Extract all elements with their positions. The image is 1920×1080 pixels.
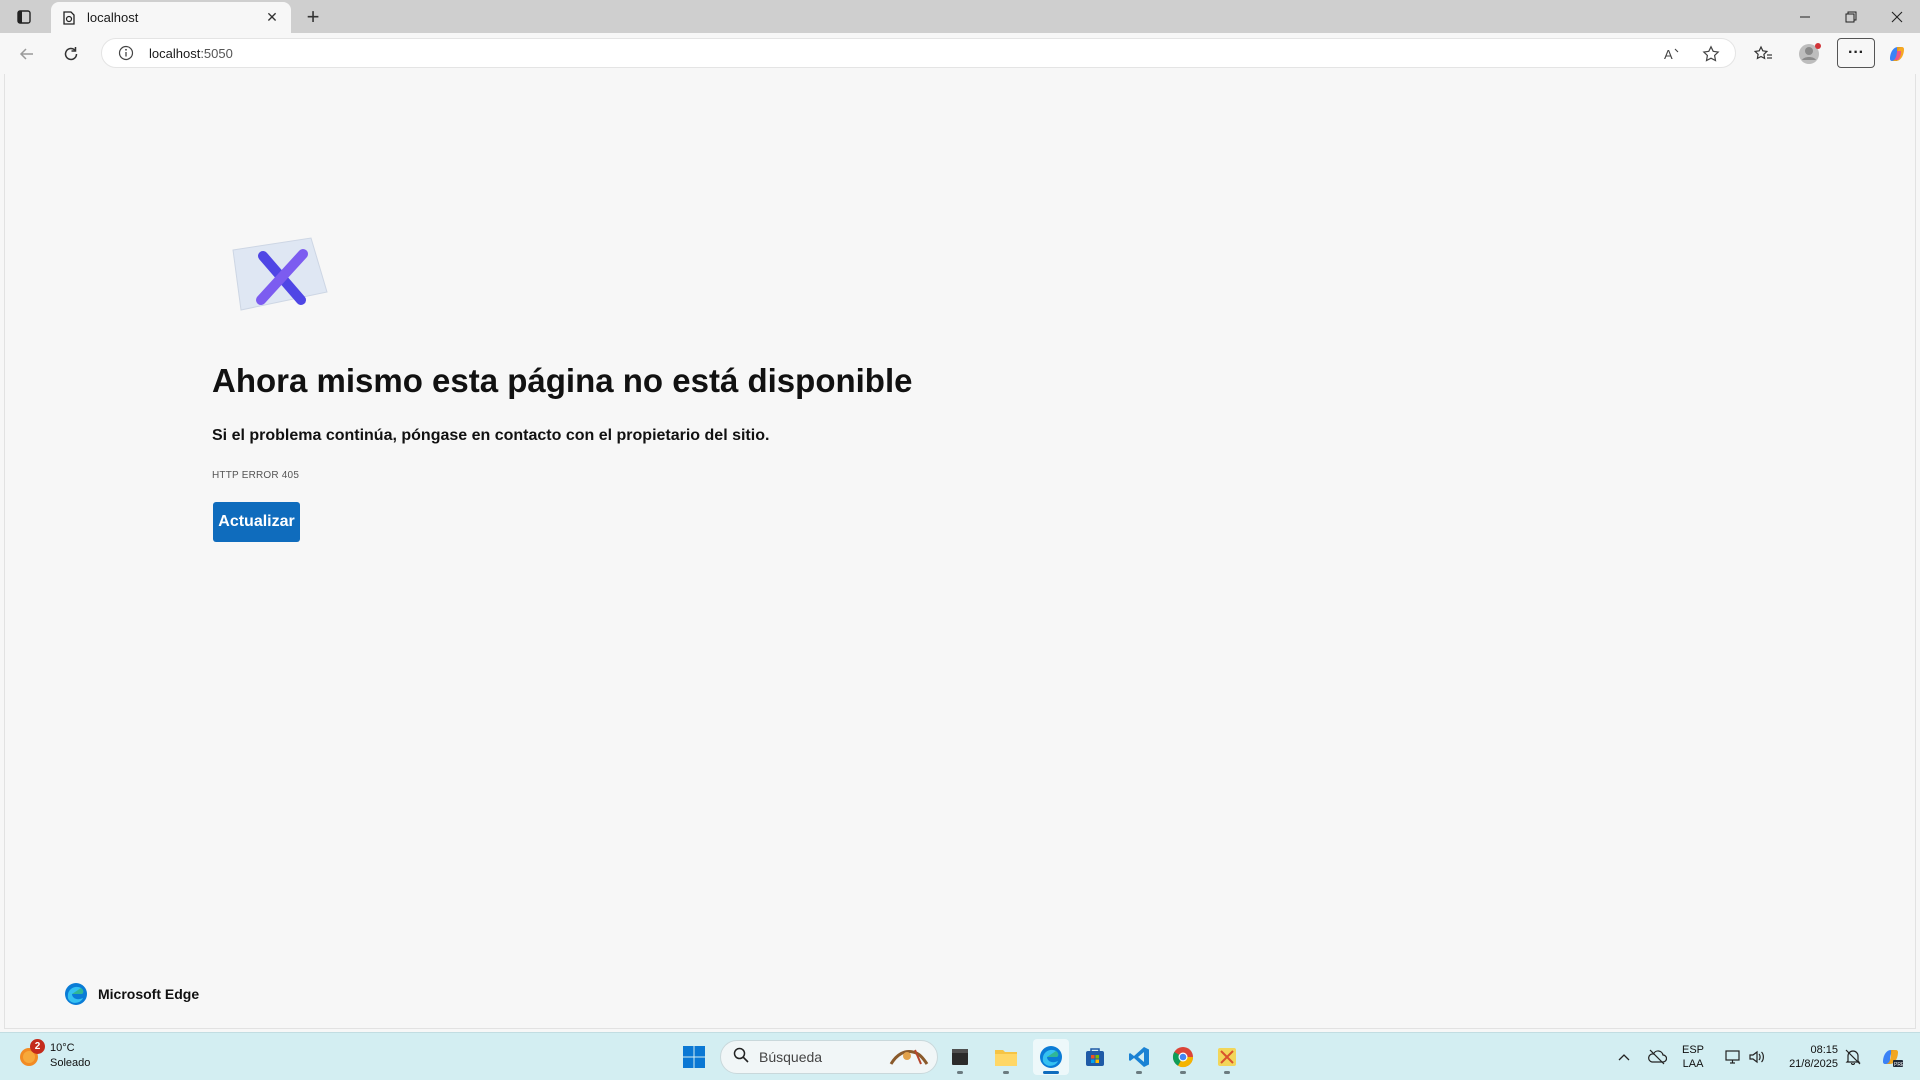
taskbar-search[interactable]: Búsqueda [720,1040,938,1074]
error-illustration [223,226,337,316]
app-running-indicator [1224,1071,1230,1074]
error-code: HTTP ERROR 405 [212,470,300,481]
weather-widget[interactable]: 2 10°C Soleado [18,1039,91,1071]
clock-date: 21/8/2025 [1789,1058,1838,1070]
settings-more-button[interactable]: ··· [1837,38,1875,68]
system-clock[interactable]: 08:15 21/8/2025 [1776,1043,1838,1071]
tab-localhost[interactable]: localhost ✕ [51,2,291,33]
search-icon [733,1047,749,1068]
copilot-icon[interactable] [1882,39,1912,69]
weather-condition: Soleado [50,1057,91,1069]
error-subtitle: Si el problema continúa, póngase en cont… [212,427,770,444]
read-aloud-icon[interactable]: A [1661,44,1683,64]
restore-icon[interactable] [1828,0,1874,33]
clock-time: 08:15 [1810,1044,1838,1056]
show-hidden-icons-chevron-icon[interactable] [1614,1033,1634,1080]
copilot-taskbar-icon[interactable]: PRE [1876,1033,1906,1080]
address-bar[interactable]: localhost:5050 A [101,38,1736,68]
error-title: Ahora mismo esta página no está disponib… [212,362,913,399]
reload-button[interactable]: Actualizar [213,502,300,542]
tab-actions-icon[interactable] [11,6,37,28]
site-info-icon[interactable] [117,44,135,62]
taskbar-app-terminal[interactable] [942,1039,978,1075]
lang-line-2: LAA [1682,1058,1704,1070]
start-button[interactable] [676,1039,712,1075]
taskbar-app-vscode[interactable] [1121,1039,1157,1075]
taskbar-app-snipping-tool[interactable] [1209,1039,1245,1075]
url-host: localhost [149,45,201,61]
input-language-indicator[interactable]: ESP LAA [1682,1043,1704,1071]
page-icon [61,10,77,26]
sun-icon: 2 [18,1039,45,1069]
app-running-indicator [1136,1071,1142,1074]
back-icon[interactable] [12,39,42,69]
minimize-icon[interactable] [1782,0,1828,33]
refresh-icon[interactable] [56,39,86,69]
svg-text:PRE: PRE [1894,1062,1903,1068]
app-running-indicator [1003,1071,1009,1074]
lang-line-1: ESP [1682,1044,1705,1056]
taskbar-app-chrome[interactable] [1165,1039,1201,1075]
tab-title: localhost [87,10,139,25]
notifications-bell-icon[interactable] [1842,1033,1864,1080]
edge-brand-name: Microsoft Edge [98,986,200,1002]
app-running-indicator [1180,1071,1186,1074]
new-tab-button[interactable]: + [300,4,326,29]
favorite-star-icon[interactable] [1700,44,1722,64]
edge-branding: Microsoft Edge [64,982,199,1006]
search-placeholder: Búsqueda [759,1049,823,1065]
volume-icon[interactable] [1746,1033,1768,1080]
profile-avatar-icon[interactable] [1795,39,1825,69]
taskbar: 2 10°C Soleado Búsqueda ESP LAA 08:15 21… [0,1032,1920,1080]
close-tab-icon[interactable]: ✕ [263,9,281,27]
search-highlight-icon [887,1044,931,1070]
edge-logo-icon [64,982,88,1006]
taskbar-app-edge[interactable] [1033,1039,1069,1075]
weather-temp: 10°C [50,1042,75,1054]
app-running-indicator [957,1071,963,1074]
network-icon[interactable] [1722,1033,1744,1080]
svg-text:A: A [1664,47,1673,62]
page-content: Ahora mismo esta página no está disponib… [4,74,1916,1029]
browser-toolbar: localhost:5050 A ··· [0,33,1920,74]
taskbar-app-store[interactable] [1077,1039,1113,1075]
onedrive-offline-icon[interactable] [1645,1033,1669,1080]
tab-strip: localhost ✕ + [0,0,1920,33]
url-port: :5050 [200,45,233,61]
close-window-icon[interactable] [1874,0,1920,33]
app-active-indicator [1043,1071,1059,1074]
favorites-icon[interactable] [1748,39,1778,69]
taskbar-app-file-explorer[interactable] [988,1039,1024,1075]
weather-badge: 2 [30,1039,45,1054]
